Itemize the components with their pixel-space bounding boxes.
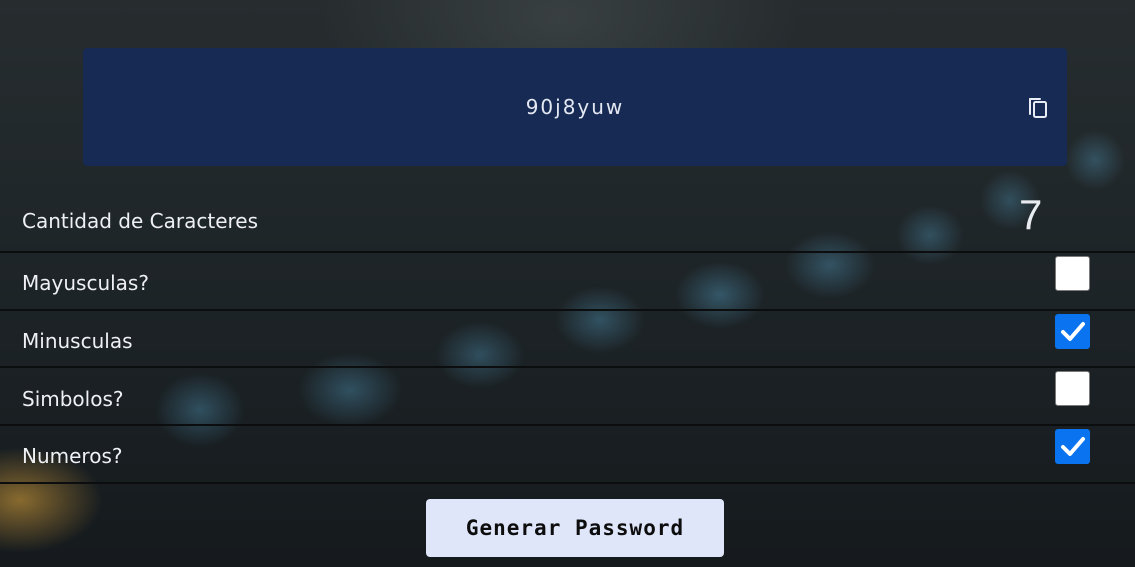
option-row-lowercase: Minusculas: [0, 311, 1135, 368]
numbers-label: Numeros?: [22, 444, 123, 468]
symbols-label: Simbolos?: [22, 387, 124, 411]
lowercase-label: Minusculas: [22, 329, 133, 353]
uppercase-label: Mayusculas?: [22, 271, 149, 295]
checkmark-icon: [1061, 322, 1085, 341]
length-row: Cantidad de Caracteres 7: [0, 191, 1135, 253]
checkmark-icon: [1061, 437, 1085, 456]
uppercase-checkbox[interactable]: [1055, 256, 1090, 291]
generate-password-button[interactable]: Generar Password: [426, 499, 724, 557]
password-display: 90j8yuw: [83, 48, 1067, 166]
password-text: 90j8yuw: [525, 95, 625, 119]
symbols-checkbox[interactable]: [1055, 371, 1090, 406]
option-row-symbols: Simbolos?: [0, 368, 1135, 426]
length-label: Cantidad de Caracteres: [22, 209, 259, 233]
option-row-numbers: Numeros?: [0, 426, 1135, 484]
lowercase-checkbox[interactable]: [1055, 314, 1090, 349]
copy-icon[interactable]: [1027, 95, 1049, 119]
numbers-checkbox[interactable]: [1055, 429, 1090, 464]
length-value[interactable]: 7: [1019, 191, 1042, 239]
option-row-uppercase: Mayusculas?: [0, 253, 1135, 311]
